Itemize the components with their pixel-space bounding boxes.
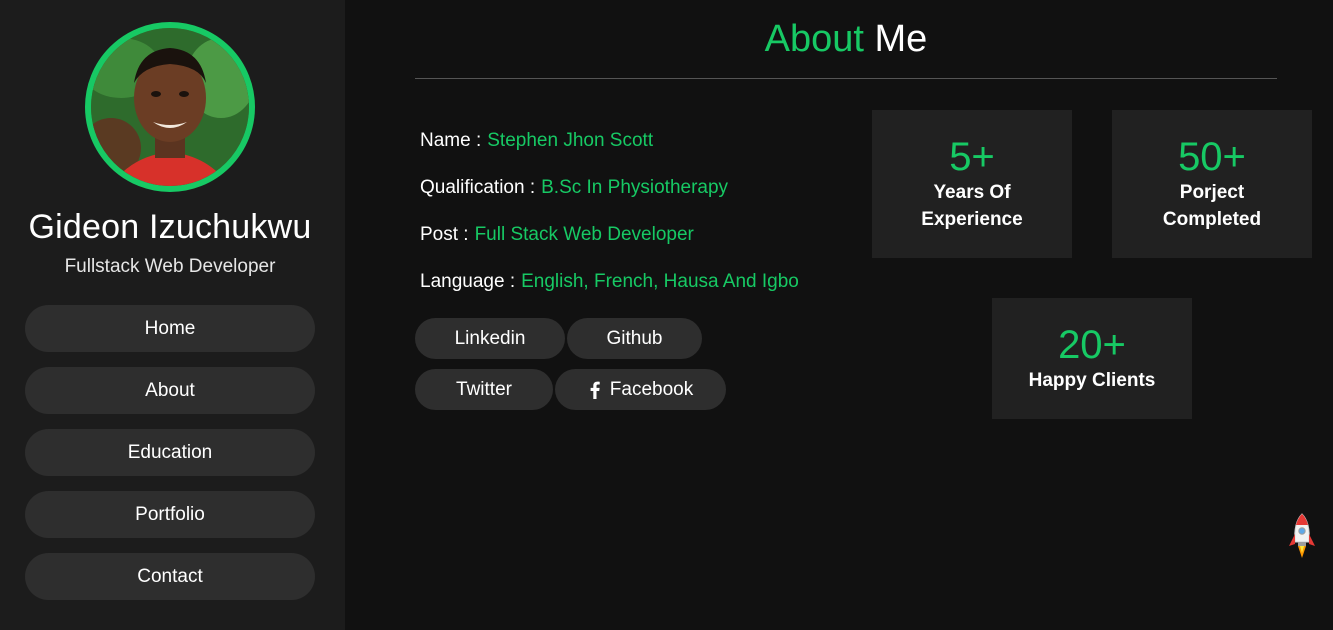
stat-label: Porject [1179, 182, 1245, 203]
page-title-rest: Me [874, 18, 928, 60]
info-row-language: Language : English, French, Hausa And Igb… [420, 271, 860, 318]
info-label: Post : [420, 224, 469, 245]
info-row-name: Name : Stephen Jhon Scott [420, 130, 860, 177]
sidebar-nav: Home About Education Portfolio Contact [25, 305, 315, 615]
social-row: Twitter Facebook [415, 369, 855, 410]
info-value: Full Stack Web Developer [474, 224, 694, 245]
title-divider [415, 78, 1277, 79]
stat-card-projects: 50+ Porject Completed [1112, 110, 1312, 258]
avatar [85, 22, 255, 192]
page-title: About Me [415, 18, 1277, 61]
stat-label: Years Of [933, 182, 1011, 203]
info-label: Qualification : [420, 177, 536, 198]
twitter-button[interactable]: Twitter [415, 369, 553, 410]
stat-value: 5+ [949, 135, 995, 179]
rocket-icon[interactable] [1288, 512, 1316, 562]
stat-label: Experience [921, 209, 1023, 230]
info-value: Stephen Jhon Scott [487, 130, 654, 151]
stat-card-experience: 5+ Years Of Experience [872, 110, 1072, 258]
facebook-button[interactable]: Facebook [555, 369, 726, 410]
profile-photo [91, 28, 249, 186]
nav-about-button[interactable]: About [25, 367, 315, 414]
page-title-accent: About [764, 18, 864, 60]
info-label: Language : [420, 271, 516, 292]
profile-role: Fullstack Web Developer [64, 256, 276, 277]
info-row-qualification: Qualification : B.Sc In Physiotherapy [420, 177, 860, 224]
sidebar: Gideon Izuchukwu Fullstack Web Developer… [0, 0, 345, 630]
facebook-label: Facebook [609, 378, 694, 400]
stat-value: 20+ [1058, 323, 1126, 367]
personal-info: Name : Stephen Jhon Scott Qualification :… [420, 130, 860, 318]
stat-card-clients: 20+ Happy Clients [992, 298, 1192, 419]
github-button[interactable]: Github [567, 318, 702, 359]
profile-name: Gideon Izuchukwu [28, 208, 312, 246]
stat-label: Completed [1162, 209, 1262, 230]
nav-home-button[interactable]: Home [25, 305, 315, 352]
facebook-icon [590, 381, 600, 399]
info-value: B.Sc In Physiotherapy [541, 177, 729, 198]
page: Gideon Izuchukwu Fullstack Web Developer… [0, 0, 1333, 630]
nav-portfolio-button[interactable]: Portfolio [25, 491, 315, 538]
nav-education-button[interactable]: Education [25, 429, 315, 476]
nav-contact-button[interactable]: Contact [25, 553, 315, 600]
stat-label: Happy Clients [1028, 370, 1156, 391]
linkedin-button[interactable]: Linkedin [415, 318, 565, 359]
social-links: Linkedin Github Twitter Facebook [415, 318, 855, 420]
info-row-post: Post : Full Stack Web Developer [420, 224, 860, 271]
info-label: Name : [420, 130, 482, 151]
stat-value: 50+ [1178, 135, 1246, 179]
info-value: English, French, Hausa And Igbo [521, 271, 799, 292]
social-row: Linkedin Github [415, 318, 855, 359]
